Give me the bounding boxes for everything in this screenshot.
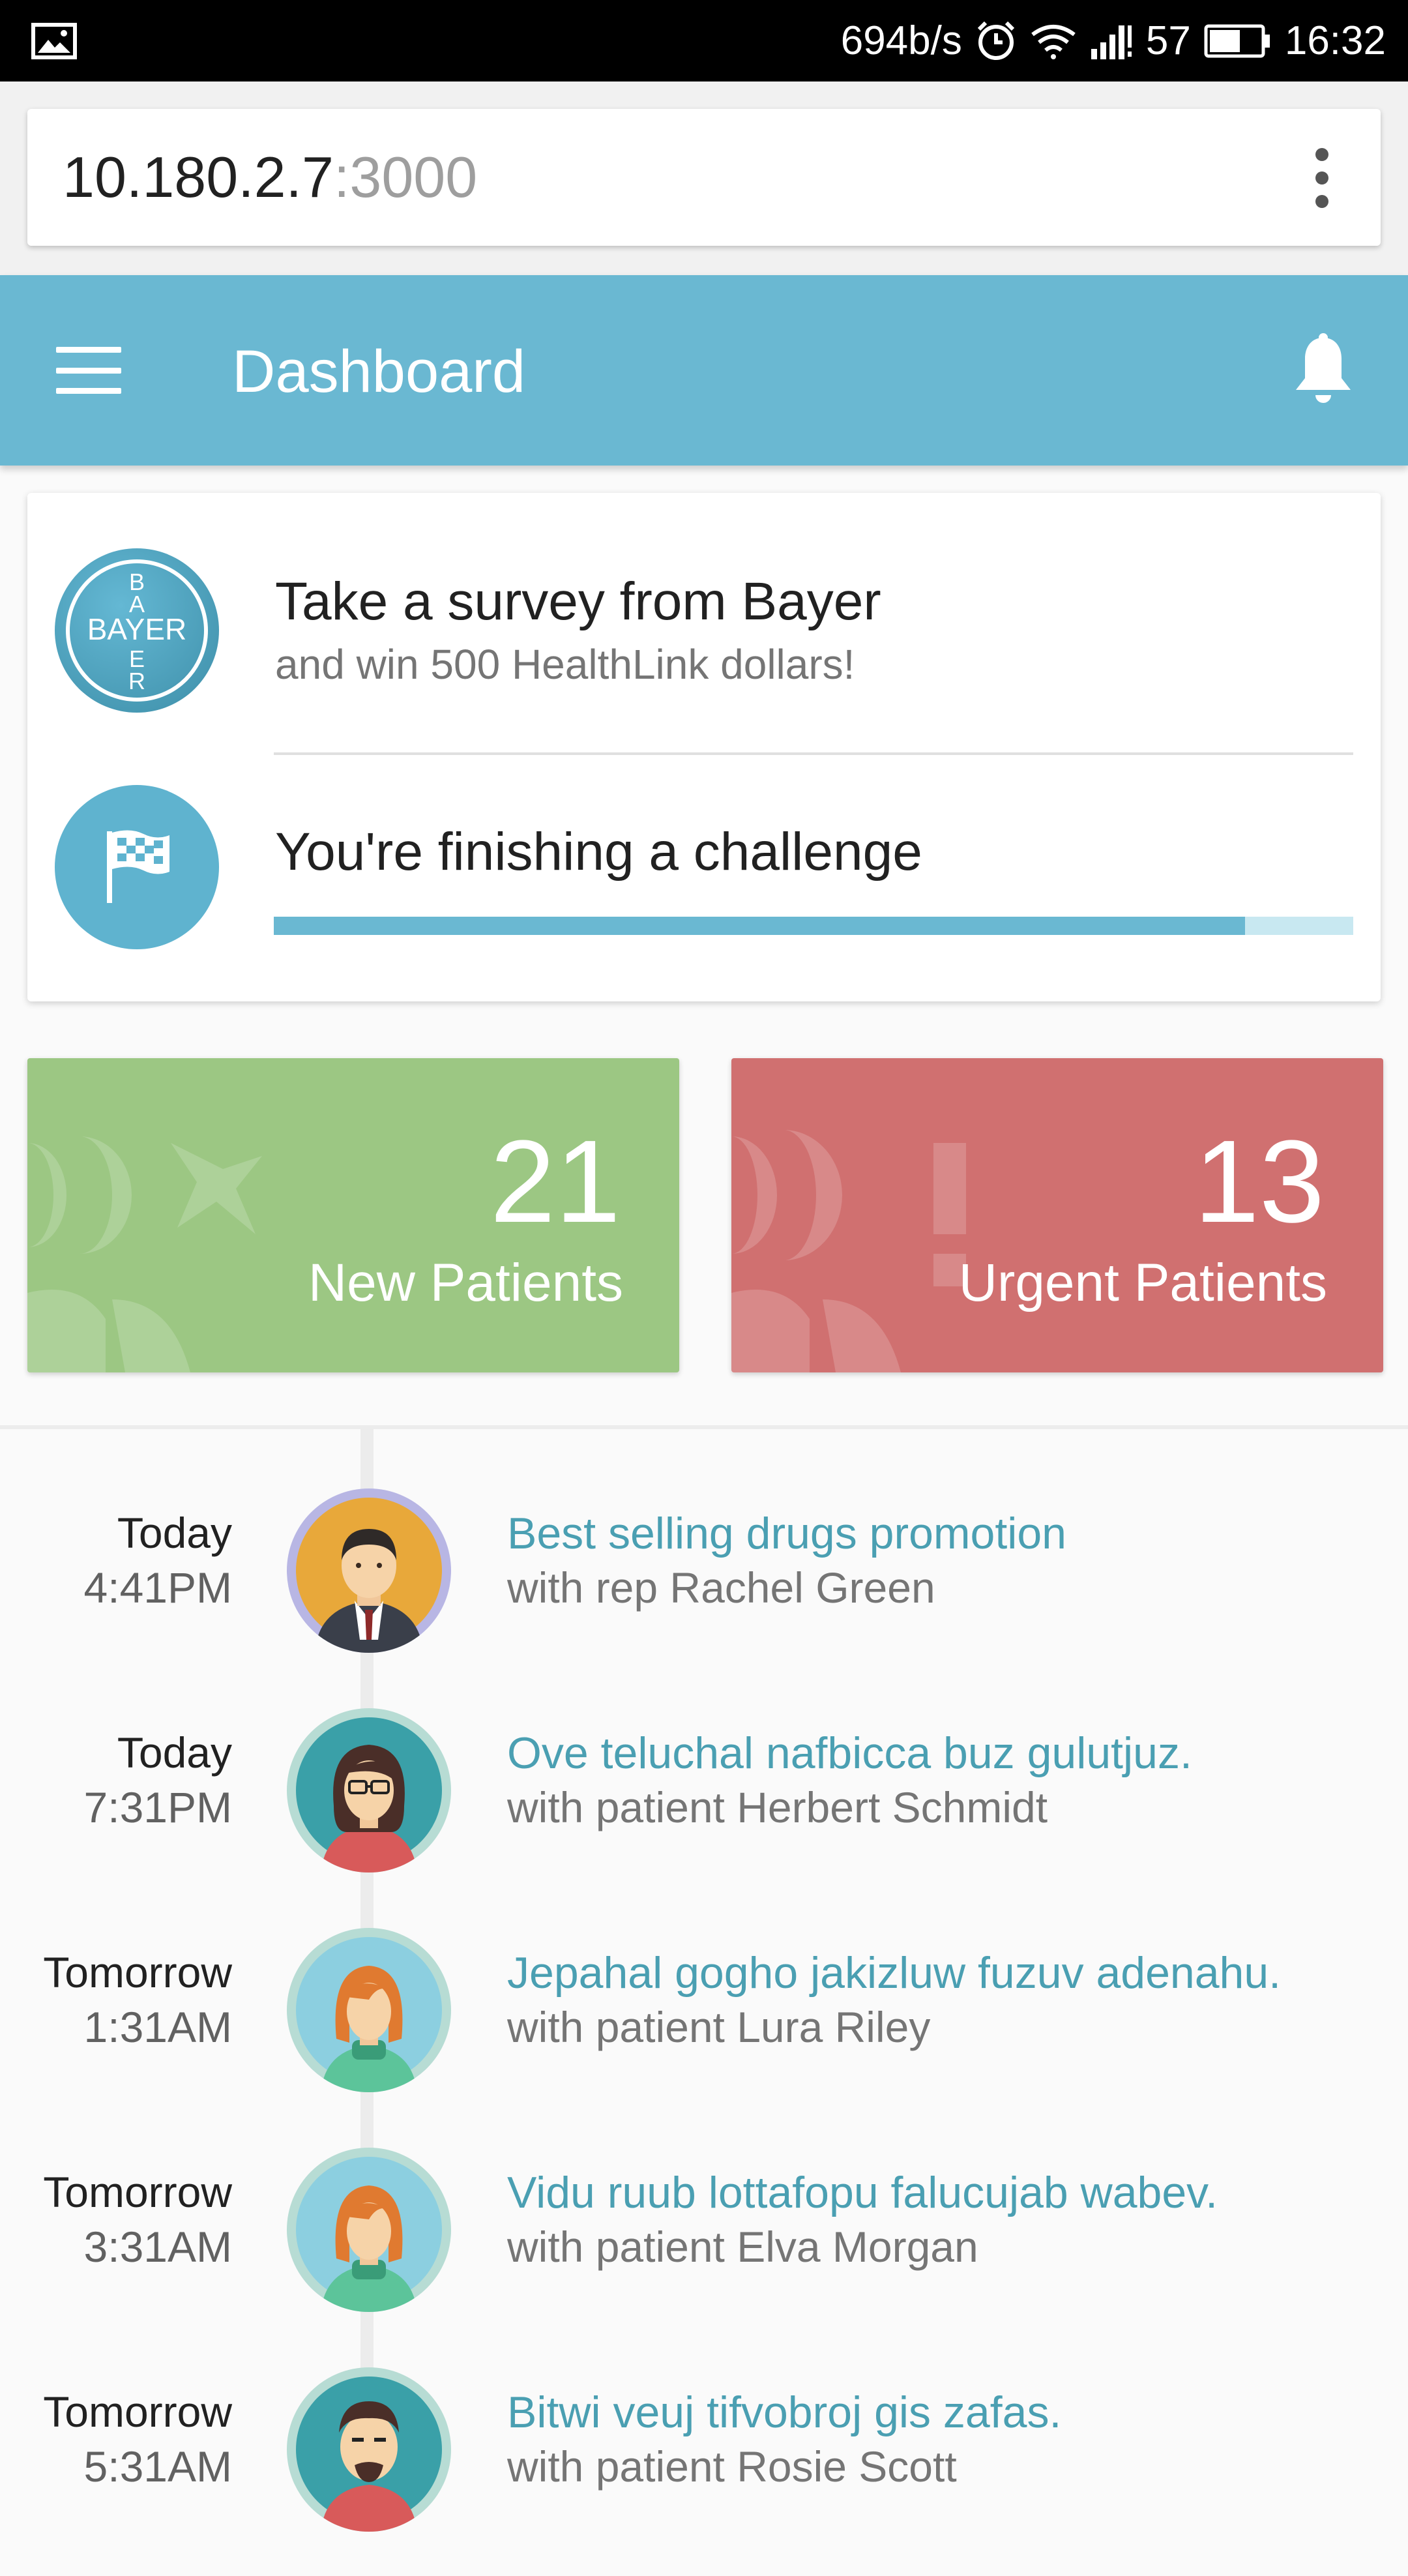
challenge-notification[interactable]: You're finishing a challenge — [27, 754, 1381, 1001]
signal-icon — [1090, 23, 1133, 59]
challenge-progress-bar — [274, 917, 1353, 935]
timeline-time: 1:31AM — [83, 2003, 232, 2051]
timeline-subtitle: with patient Herbert Schmidt — [507, 1783, 1048, 1831]
svg-text:R: R — [128, 668, 145, 694]
timeline-title: Bitwi veuj tifvobroj gis zafas. — [507, 2388, 1062, 2437]
new-patients-tile[interactable]: 21 New Patients — [27, 1058, 679, 1372]
timeline-day: Tomorrow — [43, 1948, 232, 1996]
survey-title: Take a survey from Bayer — [275, 572, 881, 631]
menu-icon[interactable] — [56, 347, 121, 394]
avatar-woman-glasses-icon — [287, 1708, 451, 1873]
timeline-subtitle: with patient Lura Riley — [507, 2003, 931, 2051]
wifi-icon — [1030, 23, 1077, 59]
survey-notification[interactable]: BAYER B A E R Take a survey from Bayer a… — [27, 493, 1381, 754]
alarm-icon — [975, 20, 1017, 62]
image-icon — [31, 22, 77, 59]
challenge-title: You're finishing a challenge — [275, 822, 922, 881]
timeline-item[interactable]: Tomorrow 3:31AM Vidu ruub lottafopu falu… — [0, 2148, 1408, 2356]
notification-bell-icon[interactable] — [1292, 333, 1355, 411]
checkered-flag-icon — [55, 785, 219, 949]
battery-level: 57 — [1145, 18, 1191, 63]
timeline-time: 3:31AM — [83, 2223, 232, 2271]
svg-text:A: A — [129, 591, 145, 617]
timeline-time: 5:31AM — [83, 2442, 232, 2491]
clock: 16:32 — [1284, 18, 1386, 63]
challenge-progress-fill — [274, 917, 1246, 935]
browser-toolbar: 10.180.2.7:3000 — [0, 81, 1408, 275]
more-options-icon[interactable] — [1315, 148, 1328, 208]
app-header: Dashboard — [0, 275, 1408, 466]
address-bar[interactable]: 10.180.2.7:3000 — [27, 109, 1381, 246]
survey-subtitle: and win 500 HealthLink dollars! — [275, 641, 855, 688]
network-speed: 694b/s — [840, 18, 962, 63]
timeline-title: Ove teluchal nafbicca buz gulutjuz. — [507, 1728, 1192, 1778]
new-patients-count: 21 — [490, 1116, 621, 1247]
timeline-subtitle: with rep Rachel Green — [507, 1563, 935, 1612]
timeline-day: Today — [117, 1509, 232, 1557]
timeline-subtitle: with patient Elva Morgan — [507, 2223, 978, 2271]
section-divider — [0, 1425, 1408, 1429]
timeline-title: Vidu ruub lottafopu falucujab wabev. — [507, 2168, 1218, 2217]
timeline-item[interactable]: Today 7:31PM Ove teluchal nafbicca buz g… — [0, 1708, 1408, 1917]
timeline-title: Best selling drugs promotion — [507, 1509, 1067, 1558]
timeline-item[interactable]: Tomorrow 5:31AM Bitwi veuj tifvobroj gis… — [0, 2367, 1408, 2576]
url-port: :3000 — [333, 145, 478, 209]
timeline-day: Tomorrow — [43, 2168, 232, 2216]
timeline-time: 7:31PM — [83, 1783, 232, 1831]
urgent-patients-label: Urgent Patients — [958, 1253, 1327, 1312]
url-host: 10.180.2.7 — [63, 145, 334, 209]
timeline-subtitle: with patient Rosie Scott — [507, 2442, 957, 2491]
urgent-patients-count: 13 — [1194, 1116, 1325, 1247]
avatar-woman-redhair-icon — [287, 1928, 451, 2092]
page-title: Dashboard — [232, 338, 526, 405]
timeline-item[interactable]: Today 4:41PM Best selling drugs promotio… — [0, 1488, 1408, 1697]
timeline-title: Jepahal gogho jakizluw fuzuv adenahu. — [507, 1948, 1282, 1998]
timeline-day: Today — [117, 1728, 232, 1777]
avatar-man-beard-icon — [287, 2367, 451, 2532]
avatar-rep-man-icon — [287, 1488, 451, 1653]
new-patients-label: New Patients — [308, 1253, 623, 1312]
urgent-patients-tile[interactable]: 13 Urgent Patients — [731, 1058, 1383, 1372]
timeline-time: 4:41PM — [83, 1563, 232, 1612]
timeline-day: Tomorrow — [43, 2388, 232, 2436]
battery-icon — [1204, 24, 1272, 58]
notification-card: BAYER B A E R Take a survey from Bayer a… — [27, 493, 1381, 1001]
timeline-item[interactable]: Tomorrow 1:31AM Jepahal gogho jakizluw f… — [0, 1928, 1408, 2137]
avatar-woman-redhair-icon — [287, 2148, 451, 2312]
status-bar: 694b/s 57 16:32 — [0, 0, 1408, 81]
bayer-logo: BAYER B A E R — [55, 548, 219, 713]
